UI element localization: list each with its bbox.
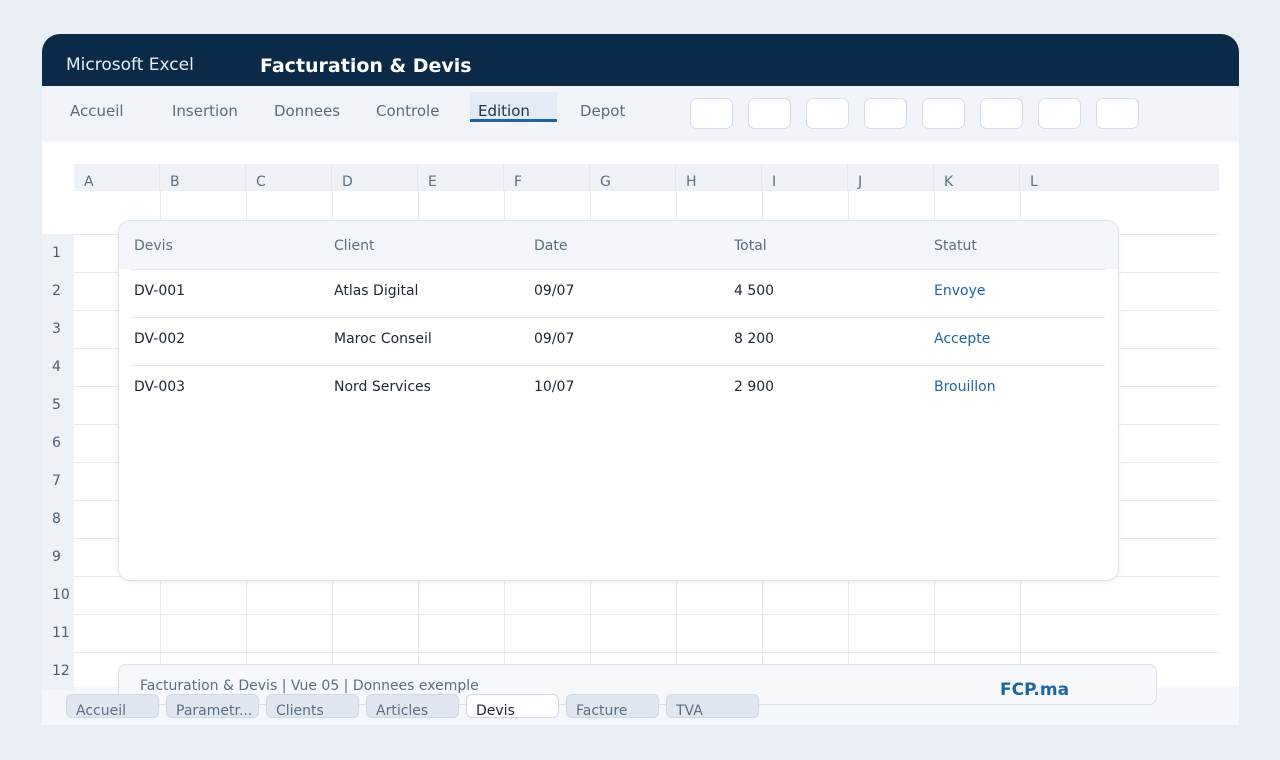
cell-statut: Accepte [934, 331, 991, 347]
row-header-3[interactable]: 3 [42, 310, 74, 348]
column-header-g[interactable]: G [590, 164, 676, 191]
tab-depot[interactable]: Depot [572, 92, 633, 122]
tab-insertion[interactable]: Insertion [164, 92, 246, 122]
sheet-tab-facture[interactable]: Facture [566, 694, 659, 718]
row-header-6[interactable]: 6 [42, 424, 74, 462]
app-name: Microsoft Excel [66, 55, 194, 75]
footer-text: Facturation & Devis | Vue 05 | Donnees e… [140, 678, 479, 694]
toolbar-button-7[interactable] [1038, 98, 1081, 129]
cell-total: 2 900 [734, 379, 775, 395]
row-header-9[interactable]: 9 [42, 538, 74, 576]
tab-accueil[interactable]: Accueil [62, 92, 132, 122]
row-header-7[interactable]: 7 [42, 462, 74, 500]
devis-table-panel: Devis Client Date Total Statut DV-001 At… [118, 220, 1119, 581]
column-headers: A B C D E F G H I J K L [74, 164, 1219, 191]
cell-total: 8 200 [734, 331, 775, 347]
sheet-tab-clients[interactable]: Clients [266, 694, 359, 718]
title-bar: Microsoft Excel Facturation & Devis [42, 34, 1239, 86]
cell-total: 4 500 [734, 283, 775, 299]
sheet-tab-articles[interactable]: Articles [366, 694, 459, 718]
header-devis[interactable]: Devis [134, 238, 173, 254]
column-header-j[interactable]: J [848, 164, 934, 191]
column-header-d[interactable]: D [332, 164, 418, 191]
row-header-4[interactable]: 4 [42, 348, 74, 386]
column-header-e[interactable]: E [418, 164, 504, 191]
cell-client: Nord Services [334, 379, 431, 395]
column-header-i[interactable]: I [762, 164, 848, 191]
table-row[interactable]: DV-003 Nord Services 10/07 2 900 Brouill… [131, 365, 1105, 413]
row-header-5[interactable]: 5 [42, 386, 74, 424]
toolbar-button-2[interactable] [748, 98, 791, 129]
table-row[interactable]: DV-002 Maroc Conseil 09/07 8 200 Accepte [131, 317, 1105, 365]
column-header-b[interactable]: B [160, 164, 246, 191]
column-header-a[interactable]: A [74, 164, 160, 191]
tab-controle[interactable]: Controle [368, 92, 447, 122]
cell-devis: DV-001 [134, 283, 186, 299]
header-client[interactable]: Client [334, 238, 375, 254]
tab-edition[interactable]: Edition [470, 92, 557, 122]
row-header-12[interactable]: 12 [42, 652, 74, 690]
column-header-h[interactable]: H [676, 164, 762, 191]
cell-devis: DV-003 [134, 379, 186, 395]
sheet-tab-tva[interactable]: TVA [666, 694, 759, 718]
toolbar-button-4[interactable] [864, 98, 907, 129]
document-title: Facturation & Devis [260, 55, 472, 77]
row-header-10[interactable]: 10 [42, 576, 74, 614]
cell-client: Maroc Conseil [334, 331, 432, 347]
header-date[interactable]: Date [534, 238, 567, 254]
table-header: Devis Client Date Total Statut [119, 221, 1118, 269]
sheet-tab-parametres[interactable]: Parametr... [166, 694, 259, 718]
header-total[interactable]: Total [734, 238, 767, 254]
table-row[interactable]: DV-001 Atlas Digital 09/07 4 500 Envoye [131, 269, 1105, 317]
toolbar-button-3[interactable] [806, 98, 849, 129]
cell-date: 09/07 [534, 331, 575, 347]
sheet-tab-accueil[interactable]: Accueil [66, 694, 159, 718]
column-header-k[interactable]: K [934, 164, 1020, 191]
column-header-c[interactable]: C [246, 164, 332, 191]
toolbar-button-1[interactable] [690, 98, 733, 129]
toolbar-button-5[interactable] [922, 98, 965, 129]
row-header-11[interactable]: 11 [42, 614, 74, 652]
toolbar-button-6[interactable] [980, 98, 1023, 129]
tab-donnees[interactable]: Donnees [266, 92, 348, 122]
cell-date: 10/07 [534, 379, 575, 395]
header-statut[interactable]: Statut [934, 238, 977, 254]
column-header-f[interactable]: F [504, 164, 590, 191]
ribbon: Accueil Insertion Donnees Controle Editi… [42, 86, 1239, 142]
cell-date: 09/07 [534, 283, 575, 299]
brand-label: FCP.ma [1000, 680, 1070, 700]
row-header-1[interactable]: 1 [42, 234, 74, 272]
sheet-tab-devis[interactable]: Devis [466, 694, 559, 718]
cell-client: Atlas Digital [334, 283, 419, 299]
cell-devis: DV-002 [134, 331, 186, 347]
cell-statut: Brouillon [934, 379, 996, 395]
cell-statut: Envoye [934, 283, 986, 299]
toolbar-button-8[interactable] [1096, 98, 1139, 129]
row-header-2[interactable]: 2 [42, 272, 74, 310]
column-header-l[interactable]: L [1020, 164, 1219, 191]
row-header-8[interactable]: 8 [42, 500, 74, 538]
